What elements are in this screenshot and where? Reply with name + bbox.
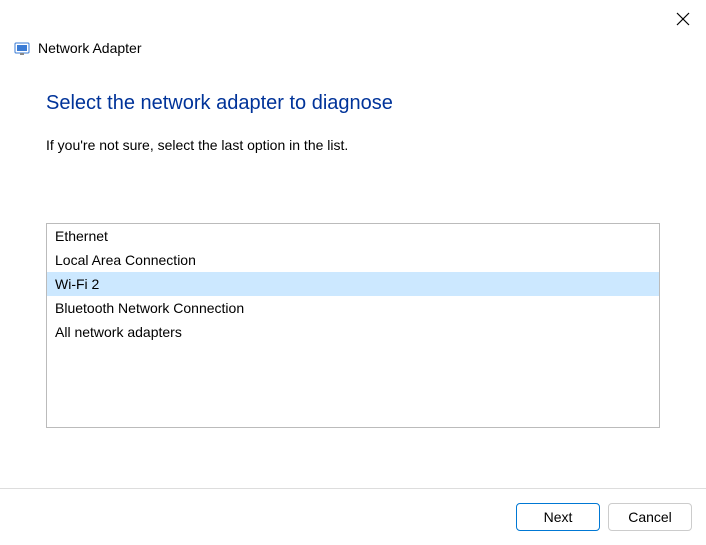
close-button[interactable] (676, 12, 692, 28)
adapter-item-local-area-connection[interactable]: Local Area Connection (47, 248, 659, 272)
network-adapter-icon (14, 40, 30, 56)
next-button[interactable]: Next (516, 503, 600, 531)
window-header: Network Adapter (0, 0, 706, 56)
page-heading: Select the network adapter to diagnose (46, 92, 660, 115)
adapter-item-wifi-2[interactable]: Wi-Fi 2 (47, 272, 659, 296)
instruction-text: If you're not sure, select the last opti… (46, 137, 660, 153)
adapter-item-ethernet[interactable]: Ethernet (47, 224, 659, 248)
footer-bar: Next Cancel (0, 488, 706, 545)
main-content: Select the network adapter to diagnose I… (0, 56, 706, 428)
window-title: Network Adapter (38, 40, 142, 56)
adapter-listbox[interactable]: Ethernet Local Area Connection Wi-Fi 2 B… (46, 223, 660, 428)
adapter-item-bluetooth[interactable]: Bluetooth Network Connection (47, 296, 659, 320)
adapter-item-all[interactable]: All network adapters (47, 320, 659, 344)
cancel-button[interactable]: Cancel (608, 503, 692, 531)
close-icon (676, 12, 690, 26)
